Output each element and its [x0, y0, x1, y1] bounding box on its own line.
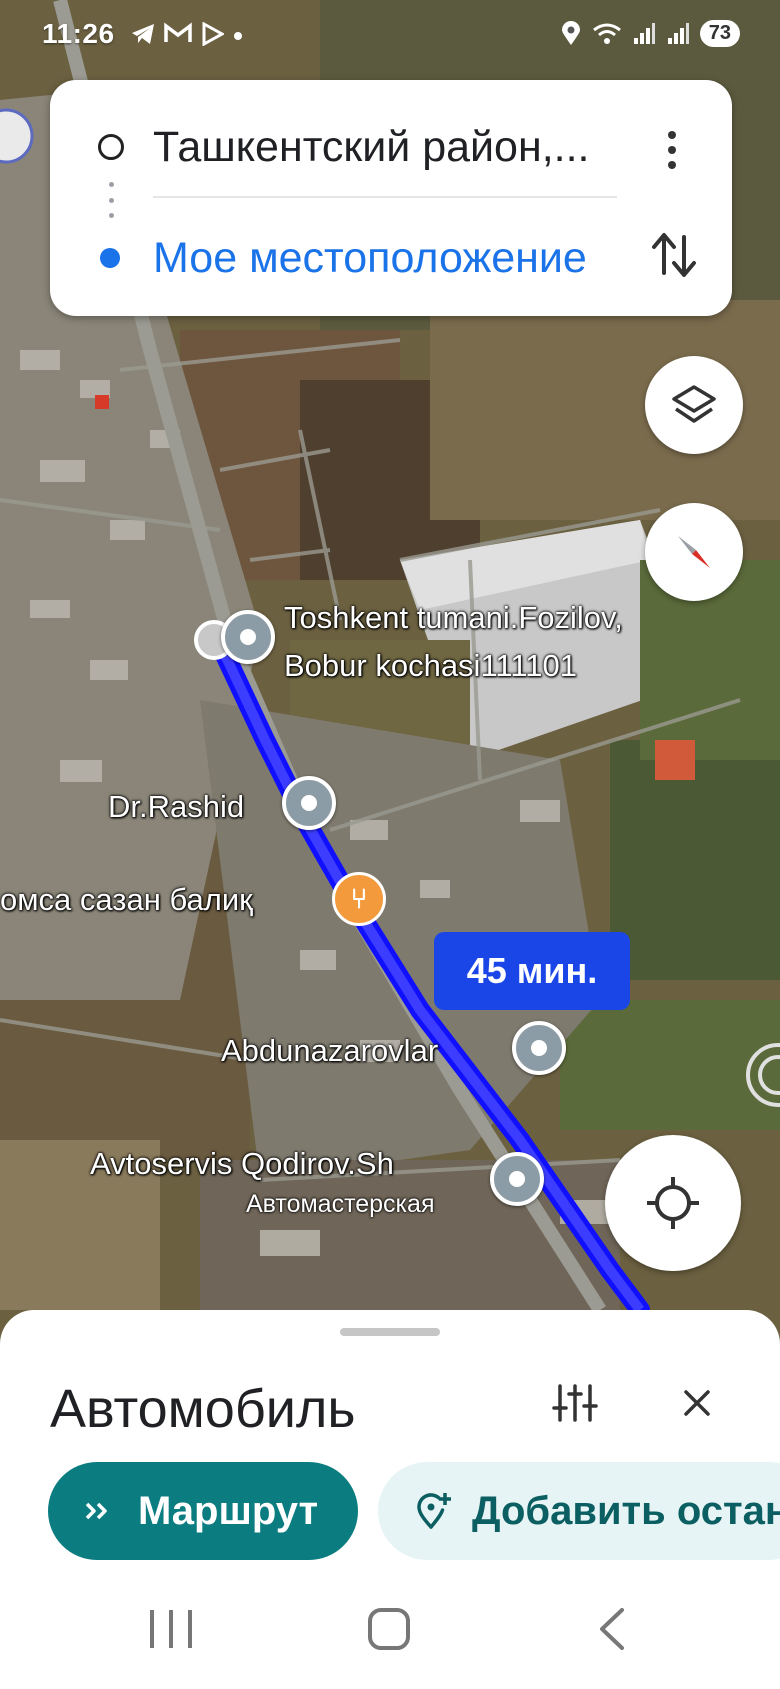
place-pin-dr-rashid[interactable] [282, 776, 336, 830]
place-sublabel-avtoservis: Автомастерская [246, 1190, 435, 1218]
origin-row[interactable]: Ташкентский район,... [50, 112, 732, 182]
swap-icon[interactable] [650, 225, 700, 285]
restaurant-pin-icon[interactable]: ⑂ [332, 872, 386, 926]
origin-field[interactable]: Ташкентский район,... [153, 123, 590, 172]
signal-icon [667, 22, 689, 44]
compass-button[interactable] [645, 503, 743, 601]
place-pin-avtoservis[interactable] [490, 1152, 544, 1206]
destination-field[interactable]: Мое местоположение [153, 234, 587, 283]
home-icon[interactable] [368, 1608, 410, 1650]
add-stop-button[interactable]: Добавить остано [378, 1462, 780, 1560]
place-pin-fozilov[interactable] [221, 610, 275, 664]
place-label-dr-rashid[interactable]: Dr.Rashid [108, 789, 244, 825]
signal-icon [633, 22, 655, 44]
sheet-drag-handle[interactable] [340, 1328, 440, 1336]
route-button-label: Маршрут [138, 1488, 319, 1533]
travel-mode-title: Автомобиль [50, 1379, 356, 1439]
route-button[interactable]: Маршрут [48, 1462, 358, 1560]
gmail-icon [164, 22, 192, 42]
back-icon[interactable] [592, 1606, 632, 1652]
my-location-button[interactable] [605, 1135, 741, 1271]
compass-icon [678, 536, 710, 568]
play-icon [202, 22, 224, 46]
battery-level: 73 [699, 20, 740, 47]
system-icons: 73 [560, 20, 740, 47]
crosshair-icon [647, 1177, 699, 1229]
route-dots-icon [108, 182, 114, 218]
telegram-icon [132, 24, 154, 44]
destination-row[interactable]: Мое местоположение [50, 218, 732, 298]
layers-icon [672, 385, 716, 423]
place-label-abdunazarovlar[interactable]: Abdunazarovlar [221, 1033, 438, 1069]
recents-icon[interactable] [150, 1610, 192, 1648]
my-location-dot-icon [100, 248, 120, 268]
add-stop-pin-icon [417, 1493, 451, 1529]
place-label-restaurant[interactable]: омса сазан балиқ [0, 882, 253, 918]
wifi-icon [592, 23, 621, 44]
dot-icon [234, 32, 242, 40]
origin-circle-icon [98, 134, 124, 160]
double-chevron-icon [85, 1502, 107, 1520]
add-stop-button-label: Добавить остано [472, 1488, 780, 1533]
place-label-avtoservis[interactable]: Avtoservis Qodirov.Sh [90, 1146, 394, 1182]
card-divider [153, 196, 617, 198]
tune-icon[interactable] [548, 1376, 602, 1430]
place-label-fozilov-line2[interactable]: Bobur kochasi111101 [284, 648, 577, 684]
layers-button[interactable] [645, 356, 743, 454]
more-options-button[interactable] [652, 120, 692, 180]
eta-badge[interactable]: 45 мин. [434, 932, 630, 1010]
place-label-fozilov-line1[interactable]: Toshkent tumani.Fozilov, [284, 600, 623, 636]
status-bar: 11:26 73 [0, 0, 780, 72]
place-pin-abdunazarovlar[interactable] [512, 1021, 566, 1075]
directions-card: Ташкентский район,... Мое местоположение [50, 80, 732, 316]
notification-icons [130, 22, 244, 46]
system-nav-bar [0, 1574, 780, 1689]
close-icon[interactable] [670, 1376, 724, 1430]
status-time: 11:26 [42, 18, 115, 49]
location-icon [561, 20, 580, 45]
